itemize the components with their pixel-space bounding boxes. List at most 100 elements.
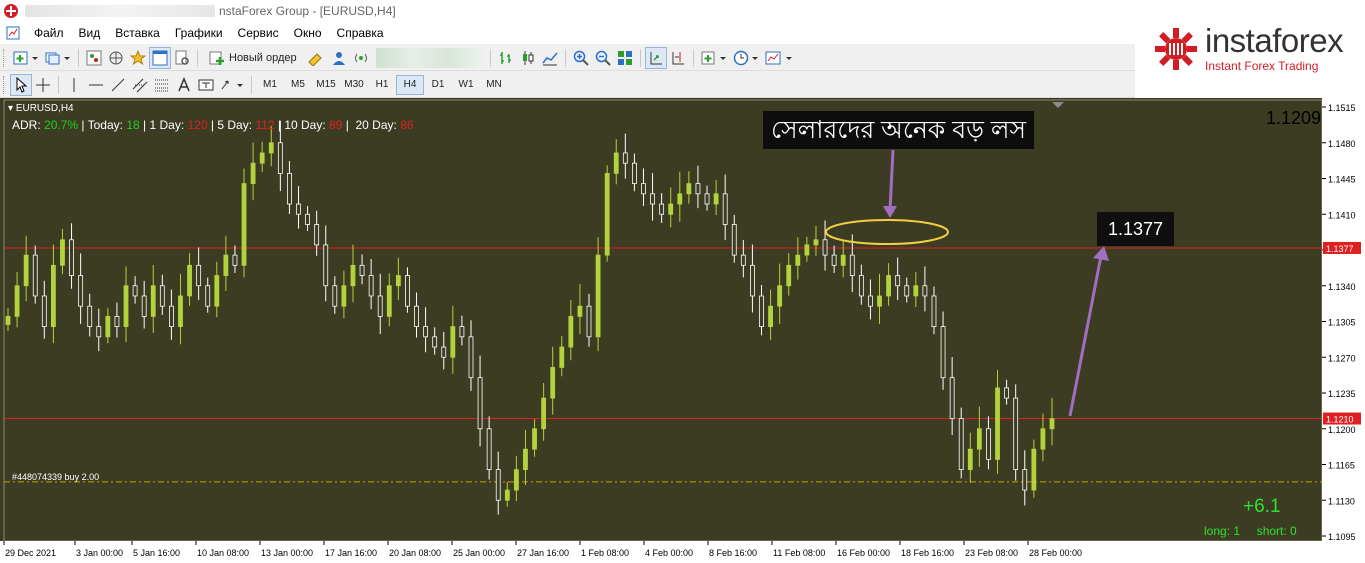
- time-tick-label: 3 Jan 00:00: [76, 548, 123, 558]
- candle-body: [69, 239, 74, 276]
- crosshair-icon[interactable]: [32, 74, 54, 96]
- candle-body: [232, 254, 238, 266]
- trendline-icon[interactable]: [107, 74, 129, 96]
- time-tick-label: 10 Jan 08:00: [197, 548, 249, 558]
- timeframe-w1[interactable]: W1: [452, 75, 480, 95]
- line-chart-icon[interactable]: [539, 47, 561, 69]
- menu-help[interactable]: Справка: [331, 26, 393, 40]
- text-tool-icon[interactable]: [173, 74, 195, 96]
- chart-window[interactable]: 1.15151.14801.14451.14101.13751.13401.13…: [0, 98, 1365, 563]
- zoom-out-icon[interactable]: [592, 47, 614, 69]
- timeframe-h4[interactable]: H4: [396, 74, 424, 95]
- toolbar-grip[interactable]: [3, 48, 7, 67]
- arrows-shapes-icon[interactable]: [217, 74, 247, 96]
- timeframe-m5[interactable]: M5: [284, 75, 312, 95]
- metaeditor-icon[interactable]: [304, 47, 328, 69]
- timeframe-mn[interactable]: MN: [480, 75, 508, 95]
- candle-body: [196, 264, 202, 287]
- templates-icon[interactable]: [762, 47, 796, 69]
- menu-view[interactable]: Вид: [73, 26, 110, 40]
- candle-body: [495, 469, 501, 501]
- signals-icon[interactable]: [350, 47, 372, 69]
- candle-body: [559, 346, 565, 368]
- toolbar-separator: [251, 75, 252, 94]
- horizontal-line-icon[interactable]: [85, 74, 107, 96]
- candle-body: [722, 193, 728, 225]
- equidistant-channel-icon[interactable]: [129, 74, 151, 96]
- price-tick-label: 1.1445: [1328, 175, 1356, 185]
- periods-clock-icon[interactable]: [730, 47, 762, 69]
- candle-body: [913, 285, 919, 297]
- new-chart-button[interactable]: [10, 47, 42, 69]
- brand-tagline: Instant Forex Trading: [1205, 59, 1319, 73]
- candle-body: [314, 224, 320, 246]
- market-watch-icon[interactable]: [83, 47, 105, 69]
- candle-body: [550, 367, 556, 399]
- price-tick-label: 1.1270: [1328, 353, 1356, 363]
- profiles-button[interactable]: [42, 47, 74, 69]
- timeframe-m15[interactable]: M15: [312, 75, 340, 95]
- candle-body: [60, 239, 65, 266]
- current-price-display: 1.1209: [1265, 108, 1321, 128]
- candle-body: [287, 172, 292, 205]
- instaforex-logo: instaforex Instant Forex Trading: [1135, 0, 1365, 98]
- candle-body: [768, 305, 773, 328]
- candle-body: [450, 326, 456, 358]
- time-tick-label: 18 Feb 16:00: [901, 548, 954, 558]
- new-order-button[interactable]: Новый ордер: [202, 47, 304, 69]
- timeframe-d1[interactable]: D1: [424, 75, 452, 95]
- bar-chart-icon[interactable]: [495, 47, 517, 69]
- candle-body: [513, 469, 519, 491]
- price-marker-label: 1.1210: [1326, 415, 1354, 425]
- menu-tools[interactable]: Сервис: [232, 26, 288, 40]
- candle-body: [677, 193, 683, 205]
- time-tick-label: 11 Feb 08:00: [773, 548, 825, 558]
- timeframe-h1[interactable]: H1: [368, 75, 396, 95]
- favorites-star-icon[interactable]: [127, 47, 149, 69]
- menu-window[interactable]: Окно: [288, 26, 331, 40]
- timeframe-m30[interactable]: M30: [340, 75, 368, 95]
- candle-body: [1022, 469, 1028, 491]
- candle-body: [777, 285, 783, 307]
- chart-shift-icon[interactable]: [667, 47, 689, 69]
- cursor-arrow-icon[interactable]: [10, 73, 32, 96]
- candlestick-chart-icon[interactable]: [517, 47, 539, 69]
- tile-windows-icon[interactable]: [614, 47, 636, 69]
- candle-body: [877, 295, 882, 307]
- menu-file[interactable]: Файл: [28, 26, 73, 40]
- zoom-in-icon[interactable]: [570, 47, 592, 69]
- fibonacci-icon[interactable]: [151, 74, 173, 96]
- price-tick-label: 1.1095: [1328, 532, 1356, 542]
- window-title: nstaForex Group - [EURUSD,H4]: [219, 4, 396, 18]
- text-label-icon[interactable]: [195, 74, 217, 96]
- strategy-tester-icon[interactable]: [171, 47, 193, 69]
- symbol-text: EURUSD,H4: [15, 103, 74, 114]
- indicators-icon[interactable]: [698, 47, 730, 69]
- candle-body: [750, 264, 755, 297]
- candle-body: [477, 377, 483, 430]
- menu-charts[interactable]: Графики: [169, 26, 232, 40]
- toolbar-grip[interactable]: [3, 75, 7, 94]
- navigator-icon[interactable]: [105, 47, 127, 69]
- autoscroll-icon[interactable]: [644, 46, 667, 69]
- candle-body: [123, 285, 129, 328]
- vertical-line-icon[interactable]: [63, 74, 85, 96]
- candle-body: [586, 305, 592, 338]
- chart-document-icon[interactable]: [6, 26, 20, 40]
- menu-insert[interactable]: Вставка: [109, 26, 169, 40]
- app-icon: [4, 4, 18, 18]
- instaforex-logo-icon: [1155, 28, 1197, 70]
- candle-body: [904, 285, 910, 297]
- candle-body: [423, 326, 429, 338]
- price-tick-label: 1.1200: [1328, 425, 1356, 435]
- timeframe-m1[interactable]: M1: [256, 75, 284, 95]
- terminal-window-icon[interactable]: [149, 46, 171, 69]
- price-chart[interactable]: 1.15151.14801.14451.14101.13751.13401.13…: [0, 98, 1365, 563]
- candle-body: [5, 315, 11, 325]
- toolbar-separator: [58, 75, 59, 94]
- community-icon[interactable]: [328, 47, 350, 69]
- day1-label: 1 Day:: [149, 118, 185, 132]
- today-value: 18: [126, 118, 140, 132]
- candle-body: [187, 264, 192, 297]
- annotation-arrow: [888, 149, 895, 211]
